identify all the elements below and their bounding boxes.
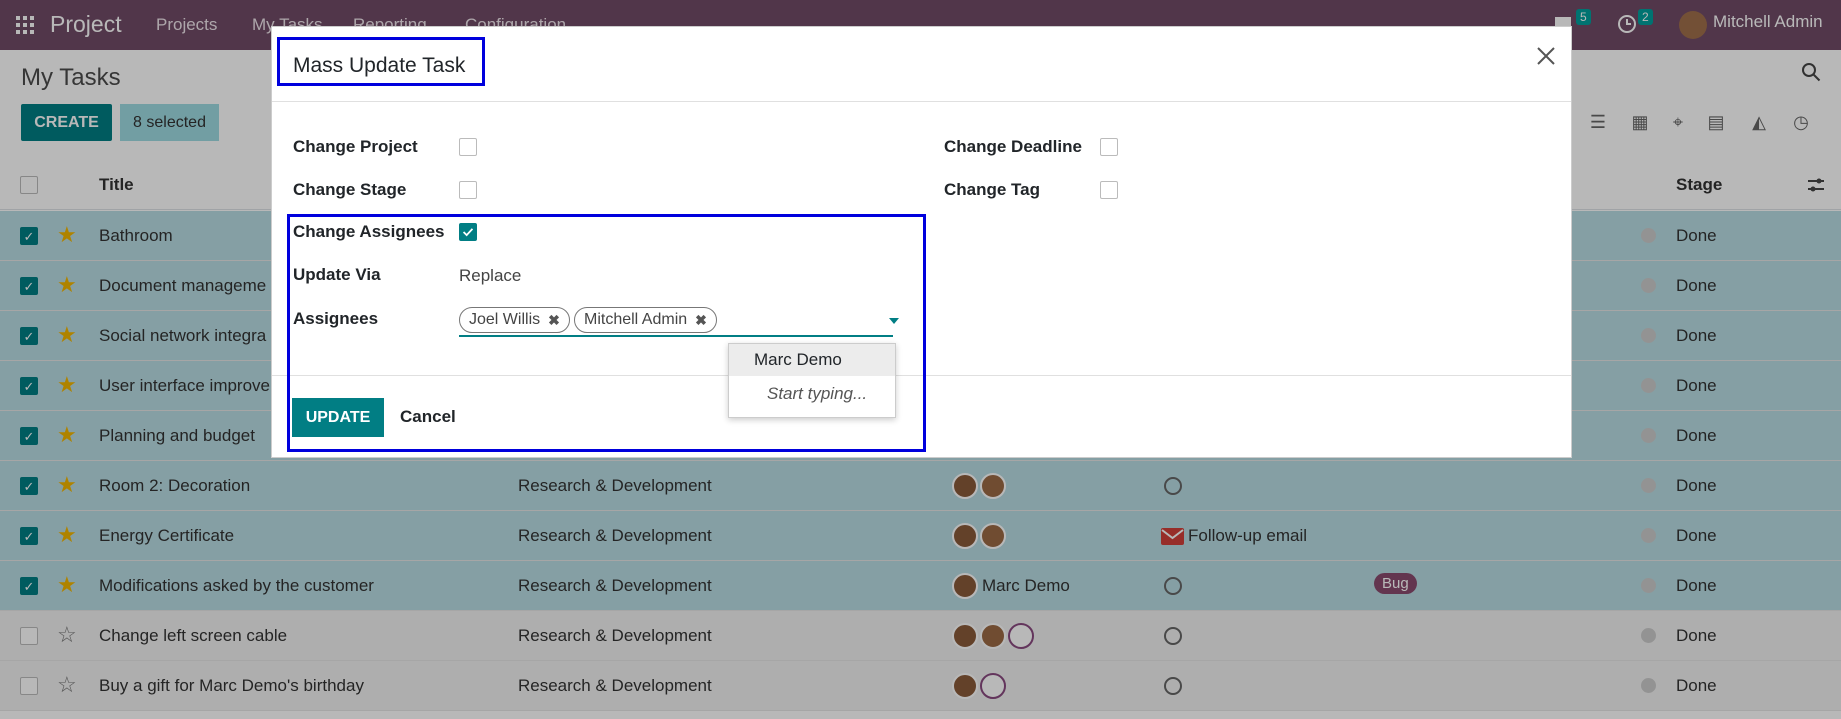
dialog-header: Mass Update Task	[272, 27, 1571, 102]
assignee-tag: Mitchell Admin ✖	[574, 307, 717, 333]
update-via-label: Update Via	[293, 265, 381, 284]
change-stage-label: Change Stage	[293, 180, 407, 199]
assignees-input[interactable]	[459, 335, 893, 337]
change-project-label: Change Project	[293, 137, 418, 156]
footer-divider	[272, 375, 1571, 376]
change-project-checkbox[interactable]	[459, 138, 477, 156]
assignees-label: Assignees	[293, 309, 379, 328]
assignees-dropdown: Marc Demo Start typing...	[728, 343, 896, 418]
dropdown-hint: Start typing...	[767, 384, 868, 403]
change-deadline-checkbox[interactable]	[1100, 138, 1118, 156]
dropdown-option[interactable]: Marc Demo	[729, 344, 895, 376]
change-assignees-label: Change Assignees	[293, 222, 445, 241]
mass-update-dialog: Mass Update Task Change Project Change S…	[271, 26, 1572, 458]
remove-tag-icon[interactable]: ✖	[695, 312, 707, 329]
assignee-tag-label: Mitchell Admin	[584, 311, 688, 328]
assignee-tag-label: Joel Willis	[469, 311, 541, 328]
change-tag-checkbox[interactable]	[1100, 181, 1118, 199]
assignee-tag: Joel Willis ✖	[459, 307, 570, 333]
change-deadline-label: Change Deadline	[944, 137, 1082, 156]
change-tag-label: Change Tag	[944, 180, 1041, 199]
change-stage-checkbox[interactable]	[459, 181, 477, 199]
remove-tag-icon[interactable]: ✖	[548, 312, 560, 329]
close-icon[interactable]	[1534, 44, 1558, 68]
update-button[interactable]: UPDATE	[292, 398, 384, 437]
update-via-select[interactable]: Replace	[459, 266, 521, 286]
change-assignees-checkbox[interactable]	[459, 223, 477, 241]
chevron-down-icon[interactable]	[889, 318, 899, 324]
cancel-button[interactable]: Cancel	[400, 407, 456, 427]
dialog-title: Mass Update Task	[293, 54, 466, 77]
